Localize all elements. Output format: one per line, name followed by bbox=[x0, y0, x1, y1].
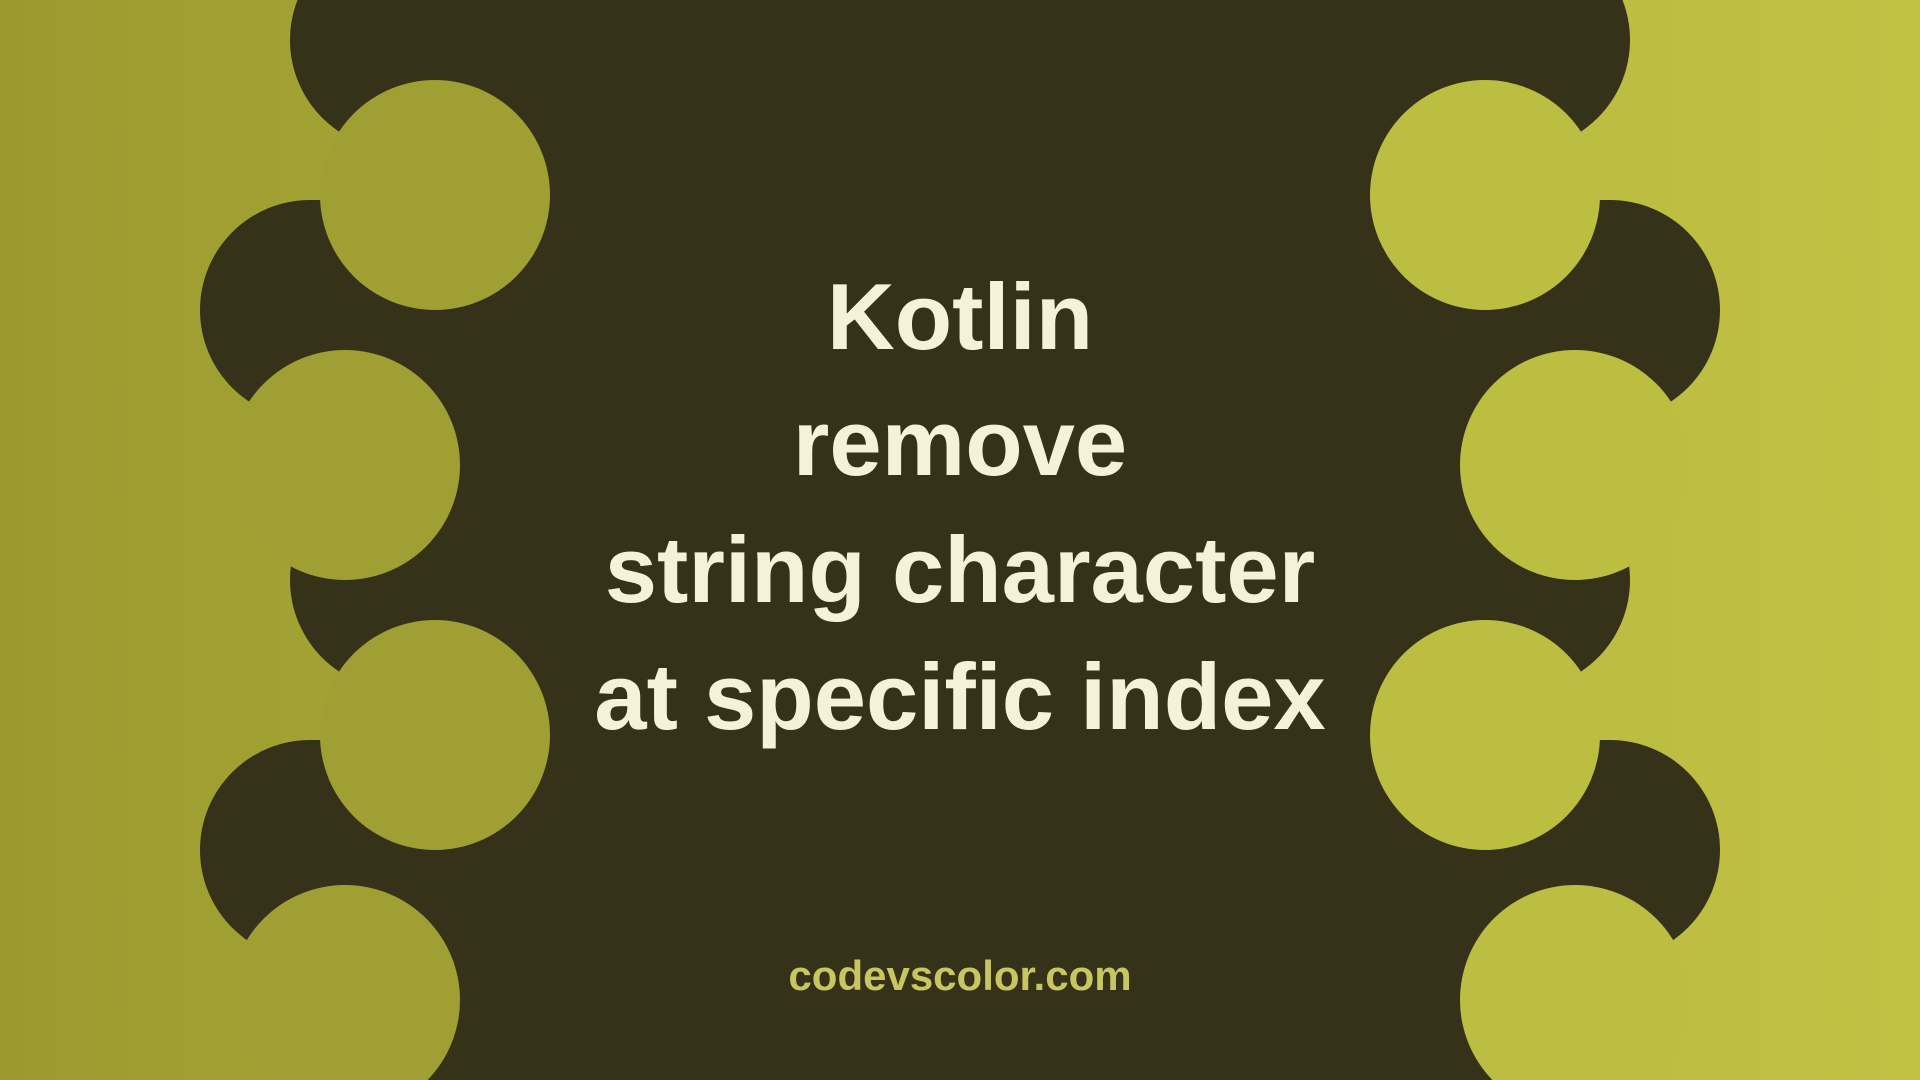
banner-title: Kotlin remove string character at specif… bbox=[594, 254, 1325, 762]
notch-left-0 bbox=[320, 80, 550, 310]
notch-right-1 bbox=[1460, 350, 1690, 580]
site-credit: codevscolor.com bbox=[788, 952, 1131, 1000]
notch-right-0 bbox=[1370, 80, 1600, 310]
notch-left-1 bbox=[230, 350, 460, 580]
banner-canvas: Kotlin remove string character at specif… bbox=[0, 0, 1920, 1080]
title-line-1: Kotlin bbox=[594, 254, 1325, 381]
notch-left-2 bbox=[320, 620, 550, 850]
title-line-3: string character bbox=[594, 508, 1325, 635]
title-line-2: remove bbox=[594, 381, 1325, 508]
title-line-4: at specific index bbox=[594, 634, 1325, 761]
notch-right-2 bbox=[1370, 620, 1600, 850]
